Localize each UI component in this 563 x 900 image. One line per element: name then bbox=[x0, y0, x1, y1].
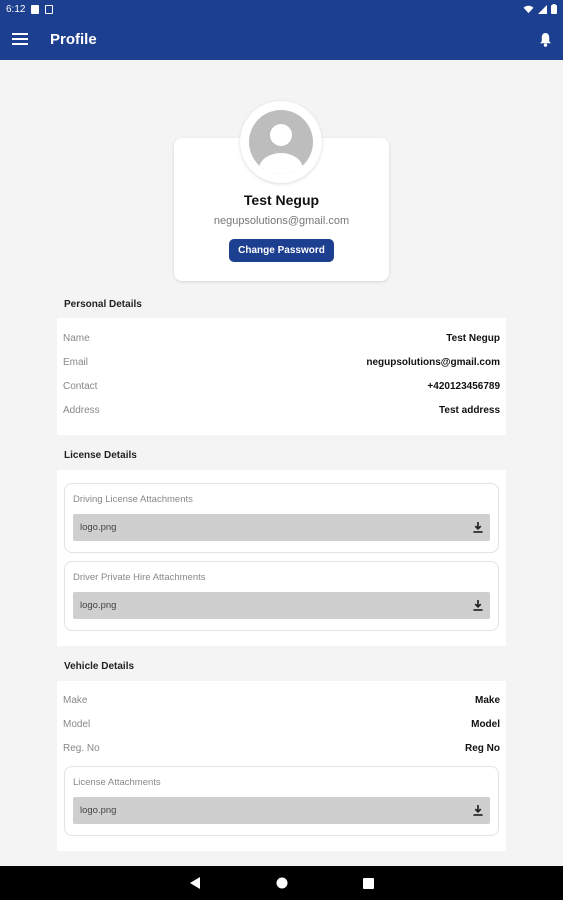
driving-license-attachments: Driving License Attachments logo.png bbox=[64, 483, 499, 553]
status-bar: 6:12 bbox=[0, 0, 563, 18]
detail-row-model: Model Model bbox=[63, 719, 500, 730]
hamburger-menu-icon bbox=[12, 33, 28, 45]
attachment-label: License Attachments bbox=[73, 777, 161, 788]
change-password-button[interactable]: Change Password bbox=[229, 239, 334, 262]
detail-label: Email bbox=[63, 357, 89, 368]
detail-row-email: Email negupsolutions@gmail.com bbox=[63, 357, 500, 368]
personal-details-panel: Name Test Negup Email negupsolutions@gma… bbox=[57, 318, 506, 435]
profile-name: Test Negup bbox=[243, 192, 320, 208]
driver-private-hire-attachments: Driver Private Hire Attachments logo.png bbox=[64, 561, 499, 631]
download-button[interactable] bbox=[473, 805, 483, 816]
signal-icon bbox=[538, 4, 547, 14]
license-details-panel: Driving License Attachments logo.png Dri… bbox=[57, 470, 506, 646]
license-details-title: License Details bbox=[64, 450, 137, 461]
attachment-label: Driving License Attachments bbox=[73, 494, 193, 505]
notifications-button[interactable] bbox=[527, 18, 563, 60]
download-button[interactable] bbox=[473, 522, 483, 533]
detail-label: Reg. No bbox=[63, 743, 100, 754]
file-row[interactable]: logo.png bbox=[73, 514, 490, 541]
download-button[interactable] bbox=[473, 600, 483, 611]
file-name: logo.png bbox=[80, 600, 117, 611]
detail-value: negupsolutions@gmail.com bbox=[366, 357, 500, 368]
detail-value: Test address bbox=[439, 405, 500, 416]
detail-label: Name bbox=[63, 333, 90, 344]
status-time: 6:12 bbox=[6, 3, 26, 15]
file-name: logo.png bbox=[80, 522, 117, 533]
page-title: Profile bbox=[50, 30, 97, 48]
attachment-label: Driver Private Hire Attachments bbox=[73, 572, 206, 583]
vehicle-details-title: Vehicle Details bbox=[64, 661, 135, 672]
file-row[interactable]: logo.png bbox=[73, 797, 490, 824]
system-nav-bar bbox=[0, 866, 563, 900]
battery-icon bbox=[551, 4, 557, 14]
detail-value: +420123456789 bbox=[427, 381, 500, 392]
vehicle-license-attachments: License Attachments logo.png bbox=[64, 766, 499, 836]
vehicle-details-panel: Make Make Model Model Reg. No Reg No Lic… bbox=[57, 681, 506, 851]
storage-icon bbox=[45, 4, 54, 14]
detail-row-reg-no: Reg. No Reg No bbox=[63, 743, 500, 754]
detail-value: Test Negup bbox=[446, 333, 500, 344]
user-avatar-icon bbox=[249, 110, 313, 174]
sim-card-icon bbox=[31, 4, 40, 14]
detail-label: Make bbox=[63, 695, 88, 706]
detail-row-name: Name Test Negup bbox=[63, 333, 500, 344]
personal-details-title: Personal Details bbox=[64, 299, 142, 310]
profile-email: negupsolutions@gmail.com bbox=[213, 215, 350, 227]
detail-row-contact: Contact +420123456789 bbox=[63, 381, 500, 392]
detail-label: Address bbox=[63, 405, 100, 416]
wifi-icon bbox=[523, 5, 534, 13]
download-icon bbox=[473, 600, 483, 611]
detail-row-make: Make Make bbox=[63, 695, 500, 706]
detail-value: Make bbox=[474, 695, 500, 706]
detail-value: Model bbox=[471, 719, 500, 730]
detail-value: Reg No bbox=[465, 743, 500, 754]
file-name: logo.png bbox=[80, 805, 117, 816]
app-bar: Profile bbox=[0, 18, 563, 60]
notification-bell-icon bbox=[539, 32, 551, 47]
detail-label: Model bbox=[63, 719, 91, 730]
recents-icon[interactable] bbox=[362, 877, 374, 889]
back-icon[interactable] bbox=[189, 877, 201, 889]
avatar[interactable] bbox=[240, 101, 322, 183]
download-icon bbox=[473, 522, 483, 533]
detail-row-address: Address Test address bbox=[63, 405, 500, 416]
menu-button[interactable] bbox=[0, 18, 40, 60]
home-icon[interactable] bbox=[276, 877, 288, 889]
download-icon bbox=[473, 805, 483, 816]
detail-label: Contact bbox=[63, 381, 98, 392]
file-row[interactable]: logo.png bbox=[73, 592, 490, 619]
